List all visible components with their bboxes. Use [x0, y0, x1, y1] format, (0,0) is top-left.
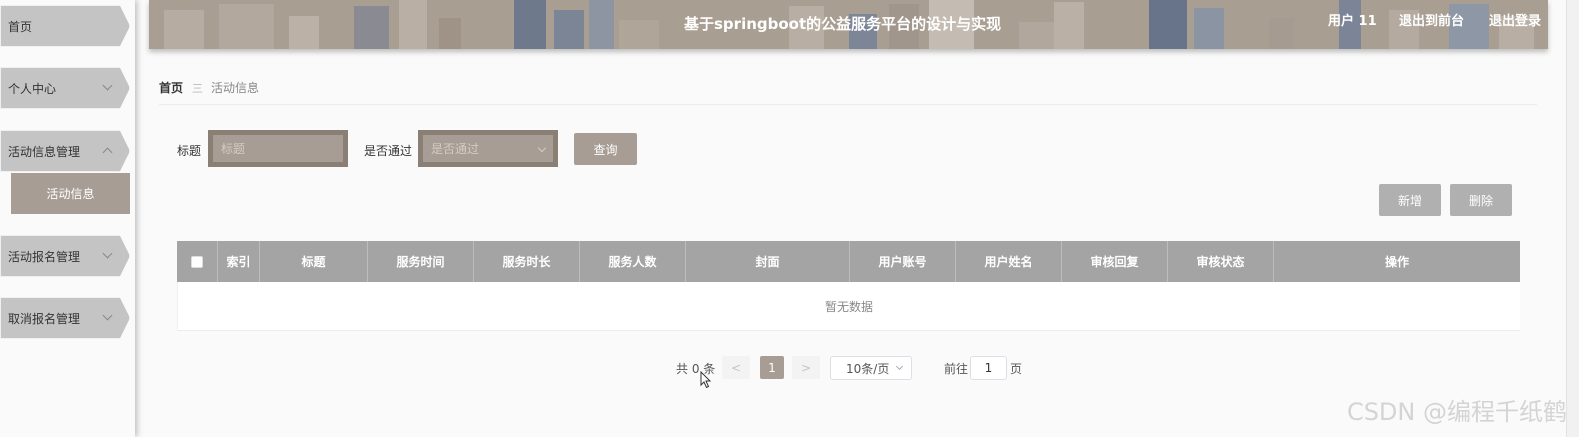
- chevron-down-icon: [102, 248, 113, 259]
- page-size-value: 10条/页: [846, 361, 890, 376]
- table-header: 索引 标题 服务时间 服务时长 服务人数 封面 用户账号 用户姓名 审核回复 审…: [177, 241, 1520, 282]
- prev-page-button[interactable]: <: [722, 356, 750, 379]
- select-all-checkbox[interactable]: [191, 255, 203, 268]
- pass-select[interactable]: 是否通过: [418, 130, 558, 167]
- select-all-cell[interactable]: [177, 241, 218, 282]
- user-name-link[interactable]: 用户 11: [1328, 10, 1377, 29]
- empty-text: 暂无数据: [824, 299, 873, 314]
- sidebar-item-label: 首页: [8, 19, 33, 34]
- breadcrumb-current: 活动信息: [211, 81, 260, 95]
- column-header: 服务时间: [368, 241, 474, 282]
- mouse-cursor-icon: [700, 371, 712, 389]
- column-header: 服务人数: [580, 241, 686, 282]
- page-number-button[interactable]: 1: [760, 356, 784, 379]
- goto-page-value: 1: [984, 361, 993, 375]
- sidebar-item-label: 活动信息管理: [8, 144, 81, 159]
- site-title: 基于springboot的公益服务平台的设计与实现: [684, 15, 1002, 33]
- sidebar-item-signup-management[interactable]: 活动报名管理: [0, 235, 130, 277]
- goto-page-input[interactable]: 1: [970, 356, 1007, 380]
- page-size-select[interactable]: 10条/页: [830, 356, 912, 380]
- column-header: 用户账号: [850, 241, 956, 282]
- column-header: 审核状态: [1168, 241, 1274, 282]
- chevron-down-icon: [102, 80, 113, 91]
- title-label: 标题: [177, 144, 202, 158]
- column-header: 封面: [686, 241, 850, 282]
- sidebar-item-label: 个人中心: [8, 81, 57, 96]
- column-header: 操作: [1384, 255, 1409, 269]
- breadcrumb-home[interactable]: 首页: [159, 79, 183, 96]
- sidebar-item-personal-center[interactable]: 个人中心: [0, 67, 130, 109]
- chevron-up-icon: [102, 147, 113, 158]
- vertical-scrollbar[interactable]: [1566, 0, 1579, 437]
- pass-select-placeholder: 是否通过: [431, 142, 480, 156]
- sidebar-item-label: 取消报名管理: [8, 311, 81, 326]
- column-header: 用户姓名: [956, 241, 1062, 282]
- chevron-down-icon: [537, 143, 547, 153]
- add-button[interactable]: 新增: [1379, 184, 1441, 216]
- breadcrumb: 首页 三 活动信息: [159, 79, 259, 96]
- logout-link[interactable]: 退出登录: [1489, 10, 1541, 29]
- top-header: 基于springboot的公益服务平台的设计与实现 用户 11 退出到前台 退出…: [149, 0, 1548, 49]
- goto-label: 前往: [944, 362, 969, 376]
- chevron-down-icon: [102, 310, 113, 321]
- column-header: 服务时长: [474, 241, 580, 282]
- table-empty-row: 暂无数据: [177, 282, 1520, 331]
- delete-button[interactable]: 删除: [1450, 184, 1512, 216]
- sidebar-item-activity-management[interactable]: 活动信息管理: [0, 130, 130, 172]
- column-header: 索引: [218, 241, 260, 282]
- column-header: 审核回复: [1062, 241, 1168, 282]
- next-page-button[interactable]: >: [792, 356, 820, 379]
- sidebar-subitem-activity-info[interactable]: 活动信息: [11, 173, 130, 214]
- sidebar: 首页 个人中心 活动信息管理 活动信息 活动报名管理 取消报名管理: [0, 0, 135, 437]
- sidebar-item-cancel-signup-management[interactable]: 取消报名管理: [0, 297, 130, 339]
- back-to-front-link[interactable]: 退出到前台: [1399, 10, 1464, 29]
- breadcrumb-divider: [159, 104, 1537, 105]
- goto-unit: 页: [1010, 362, 1023, 376]
- sidebar-item-home[interactable]: 首页: [0, 5, 130, 47]
- title-input-placeholder: 标题: [221, 142, 246, 156]
- title-input[interactable]: 标题: [208, 130, 348, 167]
- watermark: CSDN @编程千纸鹤: [1346, 398, 1567, 426]
- column-header: 标题: [260, 241, 368, 282]
- sidebar-subitem-label: 活动信息: [46, 187, 95, 201]
- query-button[interactable]: 查询: [574, 133, 637, 165]
- data-table: 索引 标题 服务时间 服务时长 服务人数 封面 用户账号 用户姓名 审核回复 审…: [177, 241, 1520, 331]
- breadcrumb-separator: 三: [192, 81, 204, 95]
- chevron-down-icon: [895, 362, 904, 371]
- sidebar-item-label: 活动报名管理: [8, 249, 81, 264]
- pass-label: 是否通过: [364, 144, 413, 158]
